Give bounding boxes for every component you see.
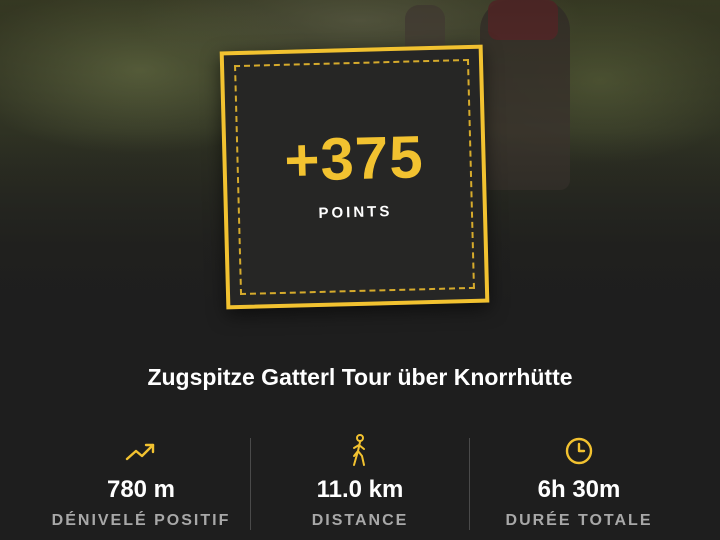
stats-row: 780 m DÉNIVELÉ POSITIF 11.0 km DISTANCE …	[0, 434, 720, 540]
points-value: +375	[283, 123, 425, 194]
elevation-caption: DÉNIVELÉ POSITIF	[51, 512, 231, 529]
points-badge: +375 POINTS	[219, 44, 490, 310]
stat-elevation: 780 m DÉNIVELÉ POSITIF	[32, 434, 250, 530]
stat-distance: 11.0 km DISTANCE	[251, 434, 469, 530]
duration-value: 6h 30m	[537, 476, 621, 503]
tour-title: Zugspitze Gatterl Tour über Knorrhütte	[147, 364, 573, 390]
distance-caption: DISTANCE	[311, 512, 409, 529]
stat-duration: 6h 30m DURÉE TOTALE	[470, 434, 688, 530]
distance-value: 11.0 km	[316, 476, 404, 503]
clock-icon	[470, 434, 688, 468]
elevation-value: 780 m	[106, 476, 176, 503]
hiker-icon	[251, 434, 469, 468]
trending-up-icon	[32, 434, 250, 468]
duration-caption: DURÉE TOTALE	[505, 512, 653, 529]
